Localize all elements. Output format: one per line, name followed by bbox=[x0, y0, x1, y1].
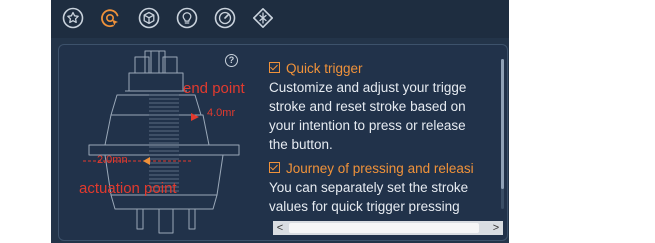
quick-trigger-line: the button. bbox=[269, 137, 333, 152]
gauge-icon[interactable] bbox=[213, 6, 237, 30]
quick-trigger-section: Quick trigger Customize and adjust your … bbox=[269, 59, 507, 154]
switch-diagram bbox=[83, 50, 240, 234]
horizontal-scrollbar[interactable]: < > bbox=[273, 221, 503, 235]
actuation-distance-value: 2.0mn bbox=[97, 154, 128, 166]
trigger-icon[interactable] bbox=[98, 6, 122, 30]
journey-line: You can separately set the stroke bbox=[269, 180, 469, 195]
star-icon[interactable] bbox=[61, 6, 85, 30]
diamond-icon[interactable] bbox=[251, 6, 275, 30]
vertical-scroll-thumb[interactable] bbox=[501, 59, 504, 189]
scroll-left-button[interactable]: < bbox=[273, 221, 287, 235]
toolbar bbox=[51, 0, 509, 38]
scroll-right-button[interactable]: > bbox=[489, 221, 503, 235]
journey-title[interactable]: Journey of pressing and releasi bbox=[269, 159, 507, 178]
actuation-point-label: actuation point bbox=[79, 180, 177, 197]
quick-trigger-title[interactable]: Quick trigger bbox=[269, 59, 507, 78]
help-icon[interactable]: ? bbox=[225, 54, 238, 67]
cube-icon[interactable] bbox=[137, 6, 161, 30]
checkbox-icon bbox=[269, 162, 280, 173]
journey-section: Journey of pressing and releasi You can … bbox=[269, 159, 507, 216]
quick-trigger-line: your intention to press or release bbox=[269, 118, 466, 133]
quick-trigger-line: stroke and reset stroke based on bbox=[269, 99, 466, 114]
bulb-icon[interactable] bbox=[175, 6, 199, 30]
settings-panel: ? end point 4.0mr 2.0mn actuation point … bbox=[58, 44, 508, 241]
info-text: Quick trigger Customize and adjust your … bbox=[269, 59, 507, 227]
horizontal-scroll-thumb[interactable] bbox=[289, 223, 479, 233]
app-window: ? end point 4.0mr 2.0mn actuation point … bbox=[51, 0, 509, 243]
end-point-label: end point bbox=[183, 80, 245, 97]
journey-line: values for quick trigger pressing bbox=[269, 199, 460, 214]
checkbox-icon bbox=[269, 62, 280, 73]
end-distance-value: 4.0mr bbox=[207, 107, 236, 119]
vertical-scrollbar[interactable] bbox=[501, 59, 504, 209]
quick-trigger-line: Customize and adjust your trigge bbox=[269, 80, 467, 95]
